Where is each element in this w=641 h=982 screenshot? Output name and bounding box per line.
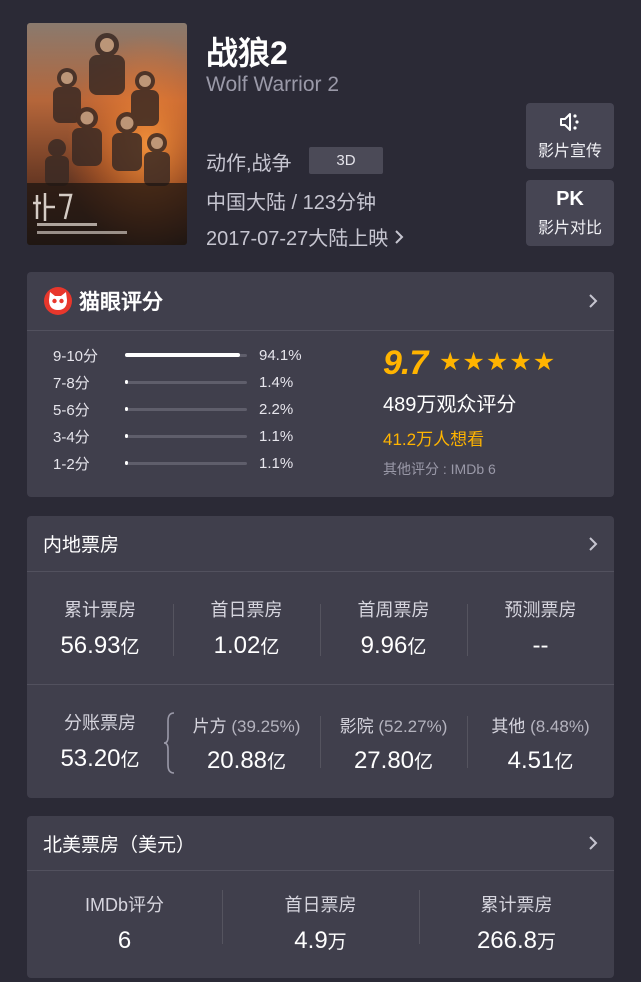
rating-card: 猫眼评分 9-10分 94.1% 7-8分 1.4% 5-6分 2.2% 3-4… — [27, 272, 614, 497]
viewer-count: 489万观众评分 — [383, 394, 517, 416]
north-america-box-office-card: 北美票房（美元） IMDb评分 6 首日票房 4.9万 累计票房 266.8万 — [27, 816, 614, 978]
stat-na-total: 累计票房 266.8万 — [419, 891, 614, 955]
stat-total: 累计票房 56.93亿 — [27, 596, 173, 660]
divider — [27, 684, 614, 685]
mainland-title: 内地票房 — [43, 535, 120, 556]
dist-label: 5-6分 — [53, 401, 90, 419]
region-duration: 中国大陆 / 123分钟 — [206, 192, 377, 214]
north-america-header[interactable]: 北美票房（美元） — [27, 816, 614, 871]
chevron-right-icon — [395, 229, 404, 244]
stat-split-other: 其他 (8.48%) 4.51亿 — [467, 712, 614, 775]
stat-value: 4.9万 — [294, 927, 347, 954]
rating-dist-row: 5-6分 2.2% — [53, 399, 293, 419]
dist-bar — [125, 353, 247, 357]
dist-bar — [125, 407, 247, 411]
stat-label: 累计票房 — [64, 600, 136, 620]
dist-percent: 1.4% — [259, 373, 294, 391]
movie-english-title: Wolf Warrior 2 — [206, 73, 340, 96]
star-rating: ★ ★ ★ ★ ★ — [439, 350, 555, 375]
rating-title: 猫眼评分 — [79, 291, 163, 314]
rating-dist-row: 1-2分 1.1% — [53, 453, 293, 473]
stat-value: 9.96亿 — [360, 632, 427, 659]
star-icon: ★ — [485, 348, 509, 376]
movie-poster[interactable] — [27, 23, 187, 245]
stat-imdb: IMDb评分 6 — [27, 891, 222, 955]
dist-percent: 1.1% — [259, 454, 294, 472]
rating-card-header[interactable]: 猫眼评分 — [27, 272, 614, 331]
stat-split-total: 分账票房 53.20亿 — [27, 709, 173, 773]
star-icon: ★ — [462, 348, 485, 376]
stat-value: 6 — [117, 927, 132, 954]
compare-button[interactable]: PK 影片对比 — [526, 180, 614, 246]
stat-value: 266.8万 — [476, 927, 557, 954]
want-to-see-count: 41.2万人想看 — [383, 430, 485, 449]
pk-icon: PK — [556, 188, 584, 210]
stat-split-distributor: 片方 (39.25%) 20.88亿 — [173, 712, 320, 775]
movie-genre: 动作,战争 — [206, 153, 292, 175]
stat-value: 56.93亿 — [60, 632, 140, 659]
stat-value: 27.80亿 — [353, 747, 434, 774]
maoyan-cat-icon — [44, 287, 72, 315]
rating-score: 9.7 — [383, 344, 428, 382]
stat-forecast: 预测票房 -- — [467, 596, 614, 660]
stat-label: 首周票房 — [357, 600, 430, 620]
stat-split-cinema: 影院 (52.27%) 27.80亿 — [320, 712, 467, 775]
stat-first-week: 首周票房 9.96亿 — [320, 596, 467, 660]
star-icon: ★ — [532, 348, 556, 376]
stat-value: 4.51亿 — [507, 747, 574, 774]
stat-value: 20.88亿 — [206, 747, 287, 774]
dist-label: 3-4分 — [53, 428, 90, 446]
stat-na-first-day: 首日票房 4.9万 — [222, 891, 419, 955]
mainland-header[interactable]: 内地票房 — [27, 516, 614, 572]
stat-label: 片方 (39.25%) — [192, 717, 301, 736]
stat-value: -- — [532, 632, 549, 659]
star-icon: ★ — [509, 348, 532, 376]
stat-label: 其他 (8.48%) — [491, 717, 590, 736]
dist-label: 1-2分 — [53, 455, 90, 473]
other-ratings: 其他评分 : IMDb 6 — [383, 461, 496, 477]
dist-bar — [125, 434, 247, 438]
release-date-link[interactable]: 2017-07-27大陆上映 — [206, 222, 404, 251]
speaker-icon — [560, 113, 579, 131]
dist-bar — [125, 380, 247, 384]
promo-button[interactable]: 影片宣传 — [526, 103, 614, 169]
stat-label: 首日票房 — [210, 600, 283, 620]
dist-label: 7-8分 — [53, 374, 90, 392]
dist-label: 9-10分 — [53, 347, 99, 365]
rating-dist-row: 9-10分 94.1% — [53, 345, 302, 365]
north-america-title: 北美票房（美元） — [43, 834, 196, 856]
chevron-right-icon — [589, 294, 598, 308]
dist-percent: 94.1% — [259, 346, 302, 364]
stat-first-day: 首日票房 1.02亿 — [173, 596, 320, 660]
rating-dist-row: 7-8分 1.4% — [53, 372, 293, 392]
release-date: 2017-07-27大陆上映 — [206, 228, 389, 250]
star-icon: ★ — [439, 348, 462, 376]
stat-label: IMDb评分 — [84, 895, 164, 915]
chevron-right-icon — [589, 536, 598, 551]
movie-title: 战狼2 — [206, 35, 288, 71]
stat-label: 影院 (52.27%) — [339, 717, 448, 736]
stat-label: 预测票房 — [504, 600, 577, 620]
mainland-box-office-card: 内地票房 累计票房 56.93亿 首日票房 1.02亿 首周票房 9.96亿 预… — [27, 516, 614, 798]
chevron-right-icon — [589, 836, 598, 850]
dist-percent: 2.2% — [259, 400, 294, 418]
promo-label: 影片宣传 — [537, 143, 602, 160]
dist-bar — [125, 461, 247, 465]
stat-label: 分账票房 — [64, 713, 136, 733]
stat-value: 53.20亿 — [60, 745, 140, 772]
stat-label: 首日票房 — [284, 895, 357, 915]
stat-value: 1.02亿 — [213, 632, 280, 659]
compare-label: 影片对比 — [537, 220, 602, 237]
format-badge: 3D — [309, 147, 383, 174]
stat-label: 累计票房 — [480, 895, 553, 915]
dist-percent: 1.1% — [259, 427, 294, 445]
rating-dist-row: 3-4分 1.1% — [53, 426, 293, 446]
